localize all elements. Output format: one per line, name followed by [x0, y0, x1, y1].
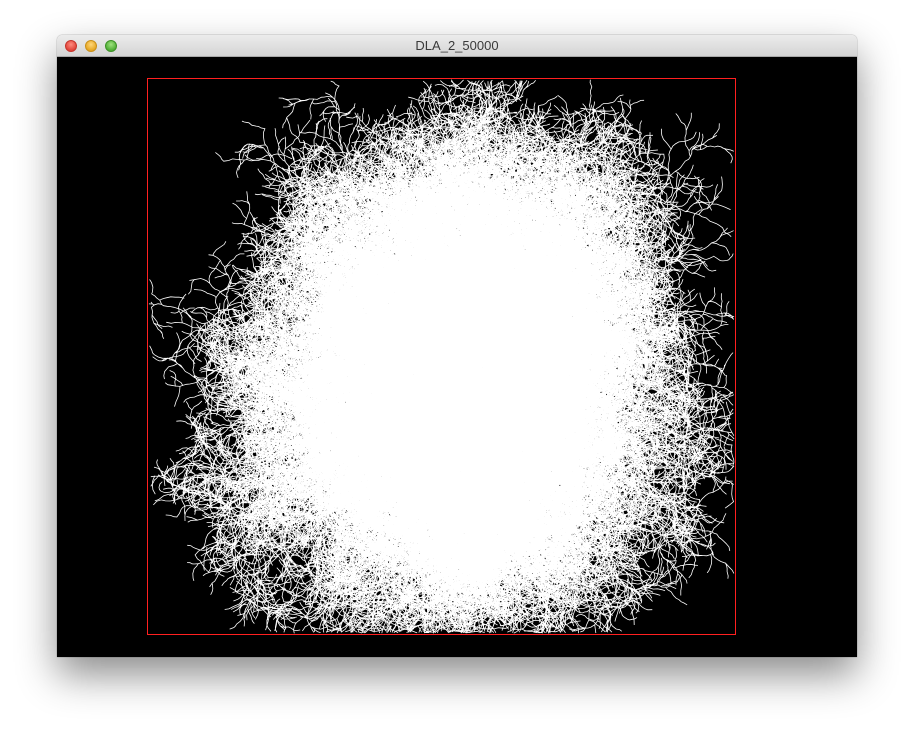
canvas-area [57, 57, 857, 657]
title-bar[interactable]: DLA_2_50000 [57, 35, 857, 57]
dla-canvas [57, 57, 857, 657]
window-title: DLA_2_50000 [57, 38, 857, 53]
app-window: DLA_2_50000 [57, 35, 857, 657]
